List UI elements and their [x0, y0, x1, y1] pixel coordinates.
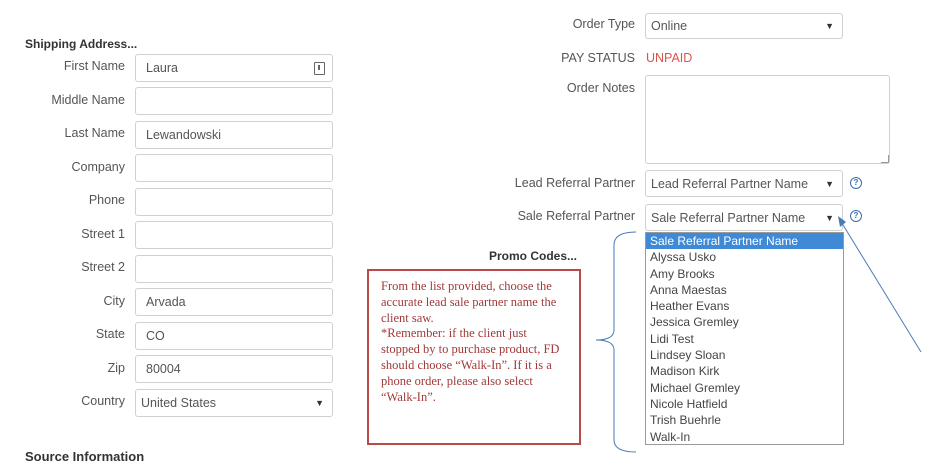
- arrow-head-icon: [838, 216, 846, 227]
- annotation-brace-and-arrow: [595, 216, 922, 453]
- annotation-arrow-line: [839, 219, 922, 353]
- annotation-brace-icon: [595, 231, 637, 453]
